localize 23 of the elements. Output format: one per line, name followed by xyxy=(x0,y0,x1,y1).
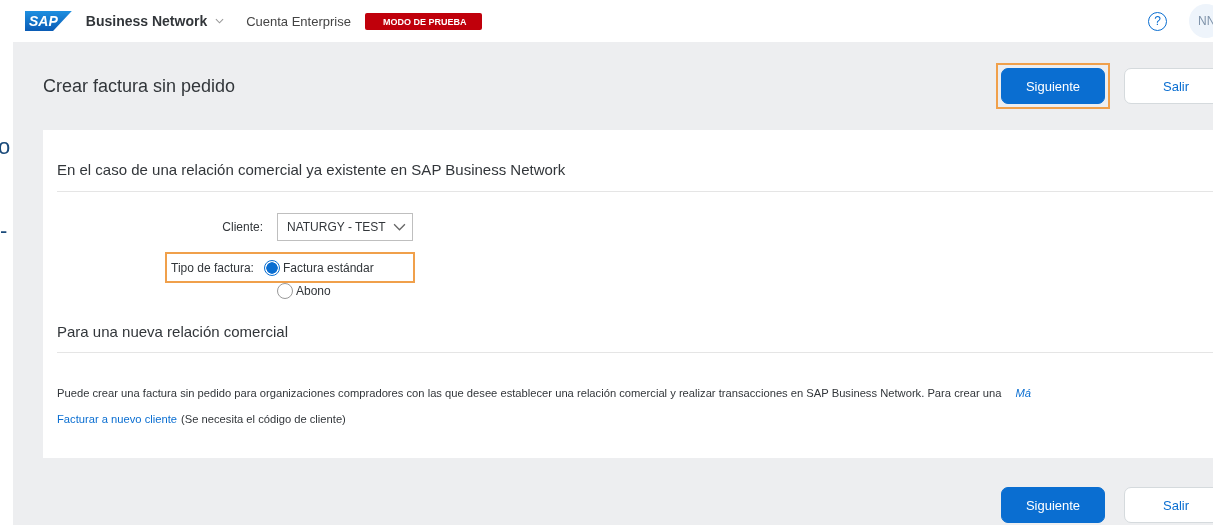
product-menu[interactable]: Business Network xyxy=(85,13,208,29)
text-fragment: - xyxy=(0,218,8,244)
next-button[interactable]: Siguiente xyxy=(1001,487,1105,523)
radio-option[interactable]: Factura estándar xyxy=(263,259,374,276)
link-note: (Se necesita el código de cliente) xyxy=(181,413,346,425)
next-button[interactable]: Siguiente xyxy=(1001,68,1105,104)
section-heading: En el caso de una relación comercial ya existente en SAP Business Network xyxy=(57,130,1213,192)
client-dropdown[interactable]: NATURGY - TEST xyxy=(277,213,413,241)
section-heading: Para una nueva relación comercial xyxy=(57,303,1213,353)
exit-button[interactable]: Salir xyxy=(1124,68,1213,104)
field-label: Tipo de factura: xyxy=(170,260,254,275)
account-label: Cuenta Enterprise xyxy=(246,13,351,29)
field-label: Cliente: xyxy=(221,220,263,234)
more-link[interactable]: Má xyxy=(1015,387,1031,399)
caret-icon xyxy=(215,18,225,24)
description-text: Puede crear una factura sin pedido para organizaciones compradores con las que desee establecer una relación comercial y realizar transacciones en SAP Business Network. Para crear una xyxy=(57,387,1002,399)
sap-logo[interactable]: SAP xyxy=(25,11,72,31)
new-customer-link[interactable]: Facturar a nuevo cliente xyxy=(57,413,178,425)
chevron-down-icon xyxy=(392,223,406,231)
page-title: Crear factura sin pedido xyxy=(43,75,237,97)
exit-button[interactable]: Salir xyxy=(1124,487,1213,523)
test-mode-badge: MODO DE PRUEBA xyxy=(364,12,483,30)
radio-option[interactable]: Abono xyxy=(277,283,331,299)
